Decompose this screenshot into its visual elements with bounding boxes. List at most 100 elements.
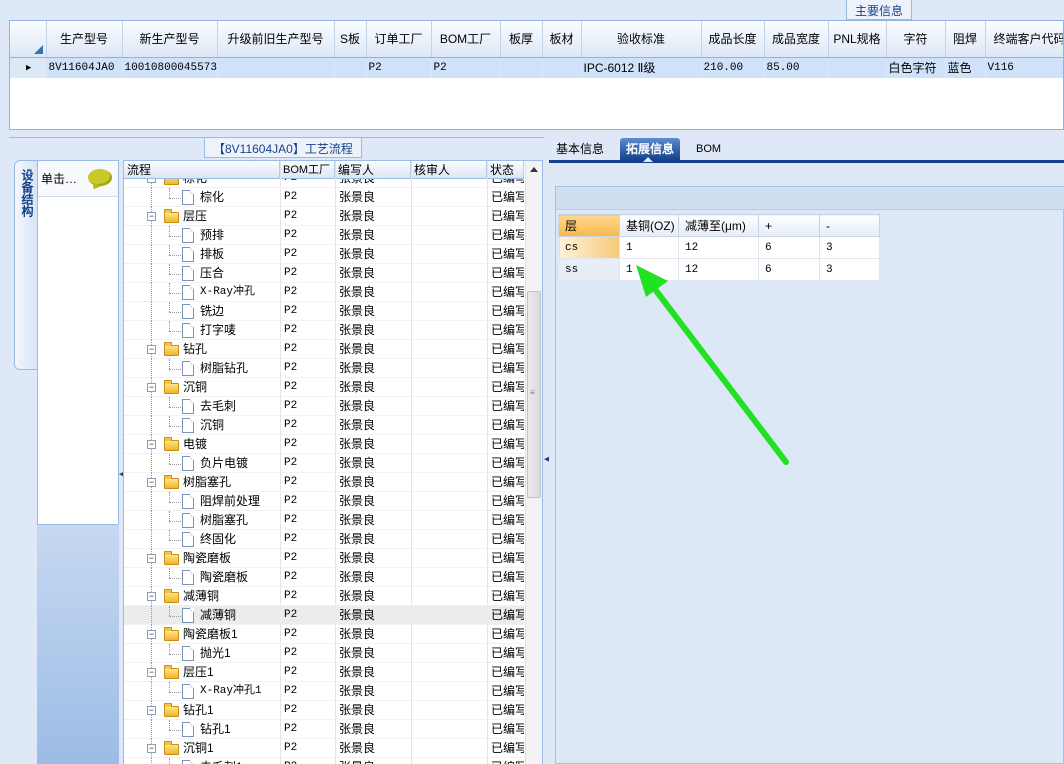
grid-cell[interactable]: P2: [431, 57, 501, 78]
layer-cell[interactable]: 3: [819, 258, 880, 281]
scroll-thumb[interactable]: ≡: [527, 291, 541, 498]
tree-row[interactable]: 打字唛 P2 张景良 已编写: [124, 321, 524, 340]
tree-row[interactable]: − 陶瓷磨板1 P2 张景良 已编写: [124, 625, 524, 644]
layer-cell[interactable]: 1: [619, 236, 679, 259]
tab-basic-info[interactable]: 基本信息: [550, 138, 610, 160]
layer-cell[interactable]: 3: [819, 236, 880, 259]
tree-row[interactable]: 树脂钻孔 P2 张景良 已编写: [124, 359, 524, 378]
col-header-flow[interactable]: 流程: [124, 161, 280, 179]
layer-cell[interactable]: 6: [758, 258, 820, 281]
grid-cell[interactable]: 10010800045573: [122, 57, 218, 78]
tree-row[interactable]: 去毛刺 P2 张景良 已编写: [124, 397, 524, 416]
layer-cell[interactable]: 12: [678, 236, 759, 259]
tree-row[interactable]: − 沉铜 P2 张景良 已编写: [124, 378, 524, 397]
col-header[interactable]: PNL规格: [828, 21, 887, 58]
tree-row[interactable]: − 层压 P2 张景良 已编写: [124, 207, 524, 226]
grid-cell[interactable]: [217, 57, 335, 78]
collapse-toggle-icon[interactable]: −: [147, 592, 156, 601]
grid-cell[interactable]: 210.00: [701, 57, 765, 78]
col-header[interactable]: 字符: [886, 21, 946, 58]
col-header-writer[interactable]: 编写人: [335, 161, 411, 179]
layer-cell[interactable]: 6: [758, 236, 820, 259]
grid-cell[interactable]: 白色字符: [886, 57, 946, 78]
tree-row[interactable]: − 层压1 P2 张景良 已编写: [124, 663, 524, 682]
tree-row[interactable]: − 陶瓷磨板 P2 张景良 已编写: [124, 549, 524, 568]
layer-cell[interactable]: ss: [558, 258, 620, 281]
collapse-toggle-icon[interactable]: −: [147, 179, 156, 183]
col-header[interactable]: 验收标准: [581, 21, 702, 58]
tree-row[interactable]: − 钻孔1 P2 张景良 已编写: [124, 701, 524, 720]
tree-row[interactable]: 压合 P2 张景良 已编写: [124, 264, 524, 283]
tree-row[interactable]: − 棕化 P2 张景良 已编写: [124, 179, 524, 188]
grid-cell[interactable]: [334, 57, 367, 78]
tree-row[interactable]: 铣边 P2 张景良 已编写: [124, 302, 524, 321]
collapse-toggle-icon[interactable]: −: [147, 478, 156, 487]
grid-cell[interactable]: [828, 57, 887, 78]
tree-scrollbar[interactable]: ≡: [525, 161, 542, 764]
col-header[interactable]: 生产型号: [46, 21, 123, 58]
tree-row[interactable]: 去毛刺1 P2 张景良 已编写: [124, 758, 524, 764]
collapse-toggle-icon[interactable]: −: [147, 345, 156, 354]
col-header[interactable]: 板材: [542, 21, 582, 58]
layer-col-header[interactable]: 减薄至(μm): [678, 214, 759, 237]
tree-row[interactable]: X-Ray冲孔 P2 张景良 已编写: [124, 283, 524, 302]
tree-row[interactable]: − 钻孔 P2 张景良 已编写: [124, 340, 524, 359]
col-header-bom[interactable]: BOM工厂: [280, 161, 335, 179]
col-header[interactable]: 新生产型号: [122, 21, 218, 58]
layer-col-header[interactable]: -: [819, 214, 880, 237]
layer-cell[interactable]: 12: [678, 258, 759, 281]
tree-row[interactable]: 阻焊前处理 P2 张景良 已编写: [124, 492, 524, 511]
grid-cell[interactable]: 85.00: [764, 57, 829, 78]
tree-row[interactable]: 陶瓷磨板 P2 张景良 已编写: [124, 568, 524, 587]
col-header[interactable]: BOM工厂: [431, 21, 501, 58]
collapse-toggle-icon[interactable]: −: [147, 440, 156, 449]
col-header[interactable]: 升级前旧生产型号: [217, 21, 335, 58]
grid-cell[interactable]: V116: [985, 57, 1063, 78]
col-header[interactable]: 成品长度: [701, 21, 765, 58]
tree-row[interactable]: 沉铜 P2 张景良 已编写: [124, 416, 524, 435]
tree-row[interactable]: 排板 P2 张景良 已编写: [124, 245, 524, 264]
collapse-toggle-icon[interactable]: −: [147, 630, 156, 639]
layer-row[interactable]: ss 1 12 6 3: [558, 258, 880, 281]
tree-row[interactable]: 负片电镀 P2 张景良 已编写: [124, 454, 524, 473]
layer-cell[interactable]: cs: [558, 236, 620, 259]
layer-col-header[interactable]: 层: [558, 214, 620, 237]
tree-row[interactable]: 树脂塞孔 P2 张景良 已编写: [124, 511, 524, 530]
tree-row[interactable]: 终固化 P2 张景良 已编写: [124, 530, 524, 549]
collapse-toggle-icon[interactable]: −: [147, 383, 156, 392]
col-header[interactable]: 成品宽度: [764, 21, 829, 58]
collapse-toggle-icon[interactable]: −: [147, 212, 156, 221]
tree-row[interactable]: 棕化 P2 张景良 已编写: [124, 188, 524, 207]
tree-row[interactable]: − 减薄铜 P2 张景良 已编写: [124, 587, 524, 606]
grid-cell[interactable]: [500, 57, 543, 78]
grid-cell[interactable]: P2: [366, 57, 432, 78]
collapse-toggle-icon[interactable]: −: [147, 744, 156, 753]
col-header[interactable]: 订单工厂: [366, 21, 432, 58]
col-header[interactable]: 阻焊: [945, 21, 986, 58]
layer-col-header[interactable]: +: [758, 214, 820, 237]
layer-col-header[interactable]: 基铜(OZ): [619, 214, 679, 237]
tab-bom[interactable]: BOM: [690, 138, 727, 160]
scroll-up-icon[interactable]: [530, 167, 538, 172]
grid-corner-icon[interactable]: [10, 21, 47, 58]
tree-row[interactable]: − 沉铜1 P2 张景良 已编写: [124, 739, 524, 758]
speech-bubble-icon[interactable]: [88, 169, 112, 186]
tree-row[interactable]: X-Ray冲孔1 P2 张景良 已编写: [124, 682, 524, 701]
grid-cell[interactable]: 8V11604JA0: [46, 57, 123, 78]
col-header[interactable]: 板厚: [500, 21, 543, 58]
tree-row[interactable]: 减薄铜 P2 张景良 已编写: [124, 606, 524, 625]
grid-cell[interactable]: [542, 57, 582, 78]
layer-row[interactable]: cs 1 12 6 3: [558, 236, 880, 259]
collapse-toggle-icon[interactable]: −: [147, 554, 156, 563]
tree-row[interactable]: 抛光1 P2 张景良 已编写: [124, 644, 524, 663]
tree-row[interactable]: − 树脂塞孔 P2 张景良 已编写: [124, 473, 524, 492]
tree-row[interactable]: − 电镀 P2 张景良 已编写: [124, 435, 524, 454]
layer-cell[interactable]: 1: [619, 258, 679, 281]
col-header[interactable]: S板: [334, 21, 367, 58]
main-info-data-row[interactable]: ▶ 8V11604JA0 10010800045573 P2 P2 IPC-6012 Ⅱ…: [10, 57, 1063, 78]
col-header-status[interactable]: 状态: [487, 161, 524, 179]
col-header[interactable]: 终端客户代码: [985, 21, 1063, 58]
col-header-reviewer[interactable]: 核审人: [411, 161, 487, 179]
grid-cell[interactable]: 蓝色: [945, 57, 986, 78]
side-box-header[interactable]: 单击…: [38, 161, 118, 197]
